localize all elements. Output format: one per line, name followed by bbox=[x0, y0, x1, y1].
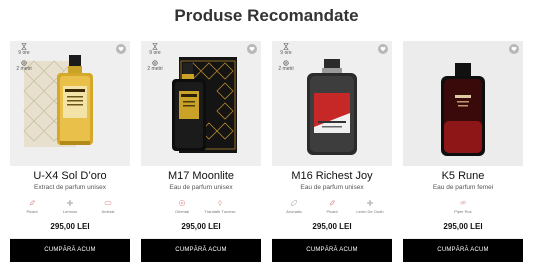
leaf-icon bbox=[291, 200, 297, 206]
product-name[interactable]: M16 Richest Joy bbox=[272, 170, 392, 182]
heart-icon bbox=[249, 46, 255, 52]
product-image[interactable] bbox=[403, 41, 523, 166]
hourglass-icon bbox=[152, 43, 158, 50]
scent-notes: Aromatic Picant Lemn De Oudh bbox=[272, 199, 392, 219]
product-subtitle: Eau de parfum femei bbox=[432, 184, 494, 191]
longevity-text: 9 ore bbox=[18, 50, 30, 56]
scent-notes: Picant Lemnos Ambrat bbox=[10, 199, 130, 219]
buy-now-button[interactable]: CUMPĂRĂ ACUM bbox=[10, 239, 130, 262]
product-price: 295,00 LEI bbox=[312, 222, 352, 231]
pepper-icon bbox=[29, 200, 35, 206]
product-meta: 9 ore 2 metri bbox=[144, 43, 166, 72]
product-subtitle: Eau de parfum unisex bbox=[169, 184, 233, 191]
product-meta: 9 ore 2 metri bbox=[13, 43, 35, 72]
product-meta: 9 ore 2 metri bbox=[275, 43, 297, 72]
product-info: U-X4 Sol D’oro Extract de parfum unisex … bbox=[10, 166, 130, 238]
note-lemnos: Lemnos bbox=[53, 199, 87, 219]
wishlist-button[interactable] bbox=[378, 44, 388, 54]
buy-now-button[interactable]: CUMPĂRĂ ACUM bbox=[272, 239, 392, 262]
product-card-k5-rune[interactable]: K5 Rune Eau de parfum femei Piper Roz 29… bbox=[403, 41, 523, 262]
product-price: 295,00 LEI bbox=[443, 222, 483, 231]
heart-icon bbox=[118, 46, 124, 52]
note-piper-roz: Piper Roz bbox=[446, 199, 480, 219]
product-card-m17-moonlite[interactable]: 9 ore 2 metri M17 Moonlite Eau de parfum… bbox=[141, 41, 261, 262]
product-info: M17 Moonlite Eau de parfum unisex Orient… bbox=[141, 166, 261, 238]
longevity-text: 9 ore bbox=[280, 50, 292, 56]
product-card-u-x4-sol-doro[interactable]: 9 ore 2 metri U-X4 Sol D’oro Extract de … bbox=[10, 41, 130, 262]
scent-notes: Piper Roz bbox=[403, 199, 523, 219]
product-price: 295,00 LEI bbox=[50, 222, 90, 231]
sillage-text: 2 metri bbox=[278, 66, 294, 72]
note-picant: Picant bbox=[315, 199, 349, 219]
sillage-text: 2 metri bbox=[16, 66, 32, 72]
note-oriental: Oriental bbox=[165, 199, 199, 219]
note-lemn-de-oudh: Lemn De Oudh bbox=[353, 199, 387, 219]
wood-icon bbox=[366, 199, 374, 207]
pink-pepper-icon bbox=[460, 200, 466, 205]
longevity-text: 9 ore bbox=[149, 50, 161, 56]
section-title: Produse Recomandate bbox=[174, 6, 359, 25]
wishlist-button[interactable] bbox=[247, 44, 257, 54]
wishlist-button[interactable] bbox=[116, 44, 126, 54]
product-subtitle: Eau de parfum unisex bbox=[300, 184, 364, 191]
product-card-m16-richest-joy[interactable]: 9 ore 2 metri M16 Richest Joy Eau de par… bbox=[272, 41, 392, 262]
product-info: K5 Rune Eau de parfum femei Piper Roz 29… bbox=[403, 166, 523, 238]
wishlist-button[interactable] bbox=[509, 44, 519, 54]
product-subtitle: Extract de parfum unisex bbox=[34, 184, 106, 191]
pepper-icon bbox=[329, 200, 335, 206]
buy-now-button[interactable]: CUMPĂRĂ ACUM bbox=[403, 239, 523, 262]
product-name[interactable]: U-X4 Sol D’oro bbox=[10, 170, 130, 182]
note-trandafir-turcesc: Trandafir Turcesc bbox=[203, 199, 237, 219]
heart-icon bbox=[511, 46, 517, 52]
sillage-text: 2 metri bbox=[147, 66, 163, 72]
note-ambrat: Ambrat bbox=[91, 199, 125, 219]
product-grid: 9 ore 2 metri U-X4 Sol D’oro Extract de … bbox=[10, 41, 525, 262]
flower-icon bbox=[178, 199, 186, 207]
heart-icon bbox=[380, 46, 386, 52]
product-info: M16 Richest Joy Eau de parfum unisex Aro… bbox=[272, 166, 392, 238]
hourglass-icon bbox=[21, 43, 27, 50]
product-name[interactable]: K5 Rune bbox=[403, 170, 523, 182]
hourglass-icon bbox=[283, 43, 289, 50]
rose-icon bbox=[218, 200, 222, 206]
scent-notes: Oriental Trandafir Turcesc bbox=[141, 199, 261, 219]
buy-now-button[interactable]: CUMPĂRĂ ACUM bbox=[141, 239, 261, 262]
amber-icon bbox=[104, 201, 112, 205]
product-name[interactable]: M17 Moonlite bbox=[141, 170, 261, 182]
note-aromatic: Aromatic bbox=[277, 199, 311, 219]
wood-icon bbox=[66, 199, 74, 207]
note-picant: Picant bbox=[15, 199, 49, 219]
product-price: 295,00 LEI bbox=[181, 222, 221, 231]
